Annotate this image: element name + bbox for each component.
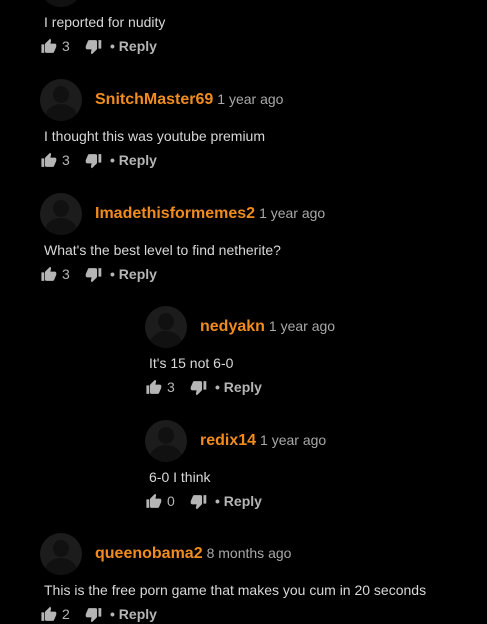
username-link[interactable]: redix14 [200,432,256,449]
comment-actions: 3 • Reply [40,150,157,170]
like-count: 0 [167,493,175,509]
comment-timestamp: 1 year ago [260,432,327,448]
user-avatar[interactable] [145,420,187,462]
thumbs-down-icon[interactable] [190,493,207,510]
comment-header: SnitchMaster69 1 year ago [95,91,283,109]
thumbs-up-icon[interactable] [40,38,57,55]
comment-actions: 2 • Reply [40,604,157,624]
comment-actions: 0 • Reply [145,491,262,511]
comment-text: I reported for nudity [44,14,166,30]
comment-actions: 3 • Reply [40,264,157,284]
user-avatar[interactable] [40,0,82,7]
user-avatar[interactable] [40,193,82,235]
comment-text: What's the best level to find netherite? [44,242,281,258]
comment-text: I thought this was youtube premium [44,128,266,144]
reply-button[interactable]: • Reply [215,379,262,395]
reply-button[interactable]: • Reply [110,38,157,54]
thumbs-up-icon[interactable] [40,606,57,623]
comment-timestamp: 1 year ago [268,318,336,334]
comment-timestamp: 1 year ago [217,91,284,107]
username-link[interactable]: queenobama2 [95,545,203,562]
comment-header: Imadethisformemes2 1 year ago [95,205,325,223]
thumbs-down-icon[interactable] [85,152,102,169]
thumbs-up-icon[interactable] [40,266,57,283]
thumbs-up-icon[interactable] [145,493,162,510]
comment-text: This is the free porn game that makes yo… [44,582,427,598]
comment-header: queenobama2 8 months ago [95,545,291,563]
like-count: 3 [62,152,70,168]
comment-actions: 3 • Reply [40,36,157,56]
thumbs-up-icon[interactable] [40,152,57,169]
username-link[interactable]: SnitchMaster69 [95,91,213,108]
thumbs-down-icon[interactable] [85,606,102,623]
thumbs-up-icon[interactable] [145,379,162,396]
comment-actions: 3 • Reply [145,377,262,397]
comment-text: 6-0 I think [149,469,211,485]
reply-button[interactable]: • Reply [215,493,262,509]
user-avatar[interactable] [145,306,187,348]
like-count: 2 [62,606,70,622]
user-avatar[interactable] [40,79,82,121]
like-count: 3 [62,38,70,54]
username-link[interactable]: nedyakn [200,318,265,335]
comment-timestamp: 8 months ago [206,545,292,561]
comment-text: It's 15 not 6-0 [149,355,234,371]
user-avatar[interactable] [40,533,82,575]
like-count: 3 [62,266,70,282]
comment-header: nedyakn 1 year ago [200,318,335,336]
thumbs-down-icon[interactable] [190,379,207,396]
username-link[interactable]: Imadethisformemes2 [95,205,255,222]
comment-timestamp: 1 year ago [259,205,326,221]
thumbs-down-icon[interactable] [85,266,102,283]
thumbs-down-icon[interactable] [85,38,102,55]
reply-button[interactable]: • Reply [110,266,157,282]
reply-button[interactable]: • Reply [110,152,157,168]
comment-header: redix14 1 year ago [200,432,326,450]
like-count: 3 [167,379,175,395]
reply-button[interactable]: • Reply [110,606,157,622]
